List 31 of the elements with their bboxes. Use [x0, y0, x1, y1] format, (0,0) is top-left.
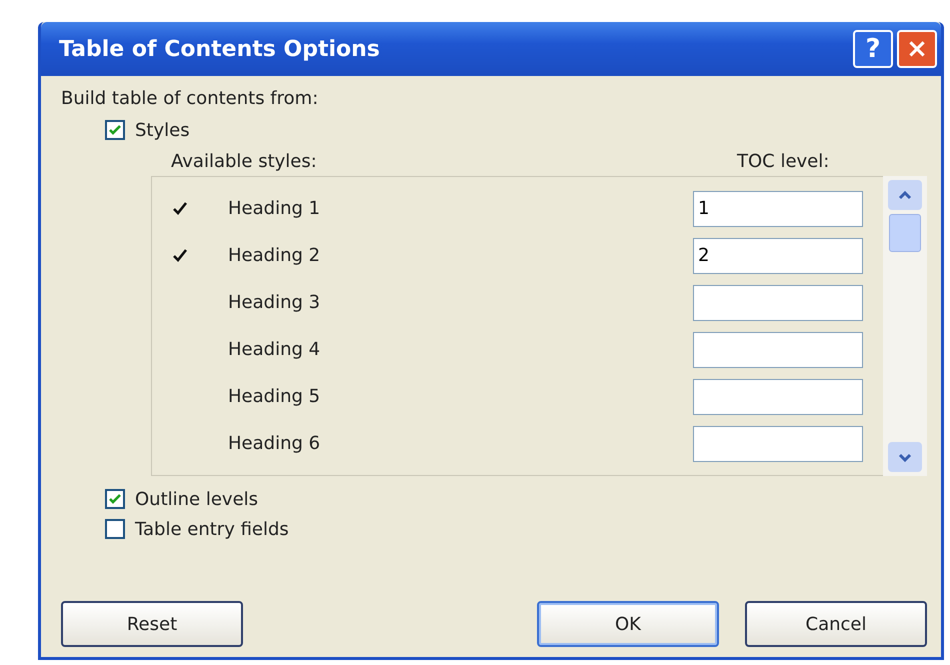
level-field[interactable]: 1: [693, 190, 863, 226]
scroll-down-icon[interactable]: [888, 442, 922, 472]
window-title: Table of Contents Options: [59, 36, 380, 62]
level-field[interactable]: 2: [693, 238, 863, 274]
checkbox[interactable]: [105, 120, 125, 140]
checkbox-label[interactable]: Styles: [135, 120, 190, 140]
scroll-thumb[interactable]: [889, 214, 921, 252]
level-field[interactable]: [693, 332, 863, 368]
column-header: Available styles:: [171, 151, 318, 172]
style-name[interactable]: Heading 5: [228, 386, 693, 407]
column-header: TOC level:: [737, 151, 830, 172]
style-name[interactable]: Heading 2: [228, 245, 693, 266]
help-button[interactable]: ?: [853, 30, 893, 68]
scrollbar[interactable]: [883, 176, 927, 476]
level-field[interactable]: [693, 378, 863, 414]
checkbox-label[interactable]: Table entry fields: [135, 518, 289, 540]
style-name[interactable]: Heading 6: [228, 433, 693, 454]
style-name[interactable]: Heading 1: [228, 198, 693, 219]
scroll-up-icon[interactable]: [888, 180, 922, 210]
checkbox-label[interactable]: Outline levels: [135, 488, 258, 510]
checkbox[interactable]: [105, 489, 125, 509]
style-name[interactable]: Heading 4: [228, 339, 693, 360]
style-name[interactable]: Heading 3: [228, 292, 693, 313]
section-label: Build table of contents from:: [61, 88, 320, 109]
close-button[interactable]: ×: [897, 30, 937, 68]
dialog-button[interactable]: Reset: [61, 601, 243, 647]
level-field[interactable]: [693, 426, 863, 462]
dialog-button[interactable]: OK: [537, 601, 719, 647]
level-field[interactable]: [693, 284, 863, 320]
dialog-button[interactable]: Cancel: [745, 601, 927, 647]
checkbox[interactable]: [105, 519, 125, 539]
